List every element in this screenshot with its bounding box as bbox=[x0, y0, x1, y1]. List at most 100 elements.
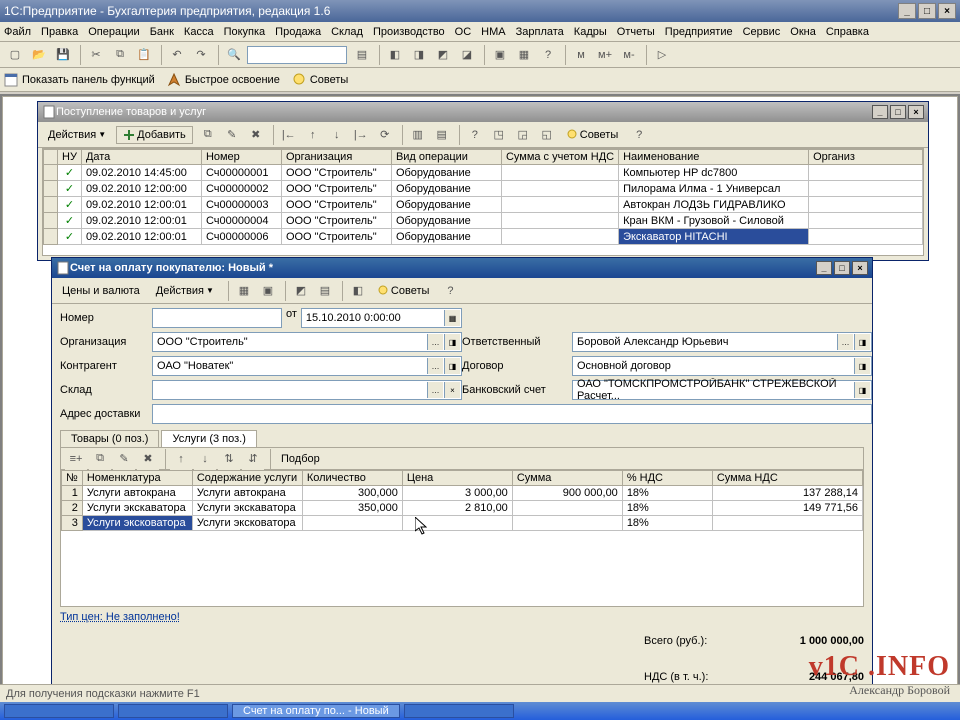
dtb-5-icon[interactable]: ◧ bbox=[347, 280, 369, 302]
menu-help[interactable]: Справка bbox=[826, 26, 869, 38]
tool3-icon[interactable]: ◩ bbox=[432, 44, 454, 66]
tb-refresh-icon[interactable]: ⟳ bbox=[374, 124, 396, 146]
quickstart-button[interactable]: Быстрое освоение bbox=[167, 73, 280, 87]
menu-stock[interactable]: Склад bbox=[331, 26, 363, 38]
menu-hr[interactable]: Кадры bbox=[574, 26, 607, 38]
task-item[interactable] bbox=[404, 704, 514, 718]
row-sort2-icon[interactable]: ⇵ bbox=[242, 448, 264, 470]
open-icon[interactable]: ◨ bbox=[854, 358, 870, 374]
date-field[interactable]: 15.10.2010 0:00:00 ▦ bbox=[301, 308, 462, 328]
tb-edit-icon[interactable]: ✎ bbox=[221, 124, 243, 146]
doc-tips-button[interactable]: Советы bbox=[371, 283, 435, 299]
dtb-3-icon[interactable]: ◩ bbox=[290, 280, 312, 302]
tb-add-copy-icon[interactable]: ⧉ bbox=[197, 124, 219, 146]
menu-operations[interactable]: Операции bbox=[88, 26, 139, 38]
menu-bank[interactable]: Банк bbox=[150, 26, 174, 38]
list-tips-button[interactable]: Советы bbox=[560, 127, 624, 143]
row-edit-icon[interactable]: ✎ bbox=[113, 448, 135, 470]
number-field[interactable] bbox=[152, 308, 282, 328]
row-up-icon[interactable]: ↑ bbox=[170, 448, 192, 470]
tips-button[interactable]: Советы bbox=[292, 73, 348, 87]
list-window-title[interactable]: Поступление товаров и услуг _ □ × bbox=[38, 102, 928, 122]
warehouse-field[interactable]: … × bbox=[152, 380, 462, 400]
close-button[interactable]: × bbox=[938, 3, 956, 19]
tb-h1-icon[interactable]: ◳ bbox=[488, 124, 510, 146]
tool9-icon[interactable]: м- bbox=[618, 44, 640, 66]
tool5-icon[interactable]: ▣ bbox=[489, 44, 511, 66]
task-item[interactable] bbox=[118, 704, 228, 718]
search-input[interactable] bbox=[247, 46, 347, 64]
dtb-4-icon[interactable]: ▤ bbox=[314, 280, 336, 302]
menu-sale[interactable]: Продажа bbox=[275, 26, 321, 38]
menu-cash[interactable]: Касса bbox=[184, 26, 214, 38]
tb-h2-icon[interactable]: ◲ bbox=[512, 124, 534, 146]
tb-last-icon[interactable]: |→ bbox=[350, 124, 372, 146]
row-down-icon[interactable]: ↓ bbox=[194, 448, 216, 470]
new-icon[interactable]: ▢ bbox=[4, 44, 26, 66]
menu-production[interactable]: Производство bbox=[373, 26, 445, 38]
tb-f1-icon[interactable]: ▥ bbox=[407, 124, 429, 146]
tb-up-icon[interactable]: ↑ bbox=[302, 124, 324, 146]
open-icon[interactable]: ◨ bbox=[444, 358, 460, 374]
select-icon[interactable]: … bbox=[427, 334, 443, 350]
select-icon[interactable]: … bbox=[837, 334, 853, 350]
contract-field[interactable]: Основной договор ◨ bbox=[572, 356, 872, 376]
show-panel-button[interactable]: Показать панель функций bbox=[4, 73, 155, 87]
menu-purchase[interactable]: Покупка bbox=[224, 26, 266, 38]
tb-first-icon[interactable]: |← bbox=[278, 124, 300, 146]
row-add-icon[interactable]: ≡+ bbox=[65, 448, 87, 470]
tb-help-icon[interactable]: ? bbox=[464, 124, 486, 146]
menu-nma[interactable]: НМА bbox=[481, 26, 505, 38]
tool4-icon[interactable]: ◪ bbox=[456, 44, 478, 66]
tool-icon[interactable]: ◧ bbox=[384, 44, 406, 66]
menu-file[interactable]: Файл bbox=[4, 26, 31, 38]
menu-service[interactable]: Сервис bbox=[743, 26, 781, 38]
cut-icon[interactable]: ✂ bbox=[85, 44, 107, 66]
select-items-button[interactable]: Подбор bbox=[275, 451, 326, 467]
task-item-active[interactable]: Счет на оплату по... - Новый bbox=[232, 704, 400, 718]
undo-icon[interactable]: ↶ bbox=[166, 44, 188, 66]
dtb-1-icon[interactable]: ▦ bbox=[233, 280, 255, 302]
services-grid[interactable]: № Номенклатура Содержание услуги Количес… bbox=[61, 470, 863, 606]
tool2-icon[interactable]: ◨ bbox=[408, 44, 430, 66]
tb-h3-icon[interactable]: ◱ bbox=[536, 124, 558, 146]
list-grid[interactable]: НУ Дата Номер Организация Вид операции С… bbox=[42, 148, 924, 256]
maximize-button[interactable]: □ bbox=[918, 3, 936, 19]
doc-close-button[interactable]: × bbox=[852, 261, 868, 275]
task-item[interactable] bbox=[4, 704, 114, 718]
minimize-button[interactable]: _ bbox=[898, 3, 916, 19]
responsible-field[interactable]: Боровой Александр Юрьевич … ◨ bbox=[572, 332, 872, 352]
list-maximize-button[interactable]: □ bbox=[890, 105, 906, 119]
open-icon[interactable]: ◨ bbox=[854, 334, 870, 350]
open-icon[interactable]: 📂 bbox=[28, 44, 50, 66]
tool6-icon[interactable]: ▦ bbox=[513, 44, 535, 66]
menu-reports[interactable]: Отчеты bbox=[617, 26, 655, 38]
open-icon[interactable]: ◨ bbox=[854, 382, 870, 398]
add-button[interactable]: Добавить bbox=[116, 126, 193, 144]
org-field[interactable]: ООО "Строитель" … ◨ bbox=[152, 332, 462, 352]
tool7-icon[interactable]: м bbox=[570, 44, 592, 66]
bank-field[interactable]: ОАО "ТОМСКПРОМСТРОЙБАНК" СТРЕЖЕВСКОЙ Рас… bbox=[572, 380, 872, 400]
tool8-icon[interactable]: м+ bbox=[594, 44, 616, 66]
tool10-icon[interactable]: ▷ bbox=[651, 44, 673, 66]
calc-icon[interactable]: ▤ bbox=[351, 44, 373, 66]
copy-icon[interactable]: ⧉ bbox=[109, 44, 131, 66]
doc-actions-button[interactable]: Действия▼ bbox=[150, 283, 220, 299]
find-icon[interactable]: 🔍 bbox=[223, 44, 245, 66]
counterparty-field[interactable]: ОАО "Новатек" … ◨ bbox=[152, 356, 462, 376]
list-close-button[interactable]: × bbox=[908, 105, 924, 119]
select-icon[interactable]: … bbox=[427, 358, 443, 374]
doc-maximize-button[interactable]: □ bbox=[834, 261, 850, 275]
tab-services[interactable]: Услуги (3 поз.) bbox=[161, 430, 256, 447]
menu-os[interactable]: ОС bbox=[455, 26, 472, 38]
delivery-address-field[interactable] bbox=[152, 404, 872, 424]
dtb-2-icon[interactable]: ▣ bbox=[257, 280, 279, 302]
redo-icon[interactable]: ↷ bbox=[190, 44, 212, 66]
tb-del-icon[interactable]: ✖ bbox=[245, 124, 267, 146]
tab-goods[interactable]: Товары (0 поз.) bbox=[60, 430, 159, 447]
row-del-icon[interactable]: ✖ bbox=[137, 448, 159, 470]
menu-edit[interactable]: Правка bbox=[41, 26, 78, 38]
tb-f2-icon[interactable]: ▤ bbox=[431, 124, 453, 146]
row-copy-icon[interactable]: ⧉ bbox=[89, 448, 111, 470]
clear-icon[interactable]: × bbox=[444, 382, 460, 398]
